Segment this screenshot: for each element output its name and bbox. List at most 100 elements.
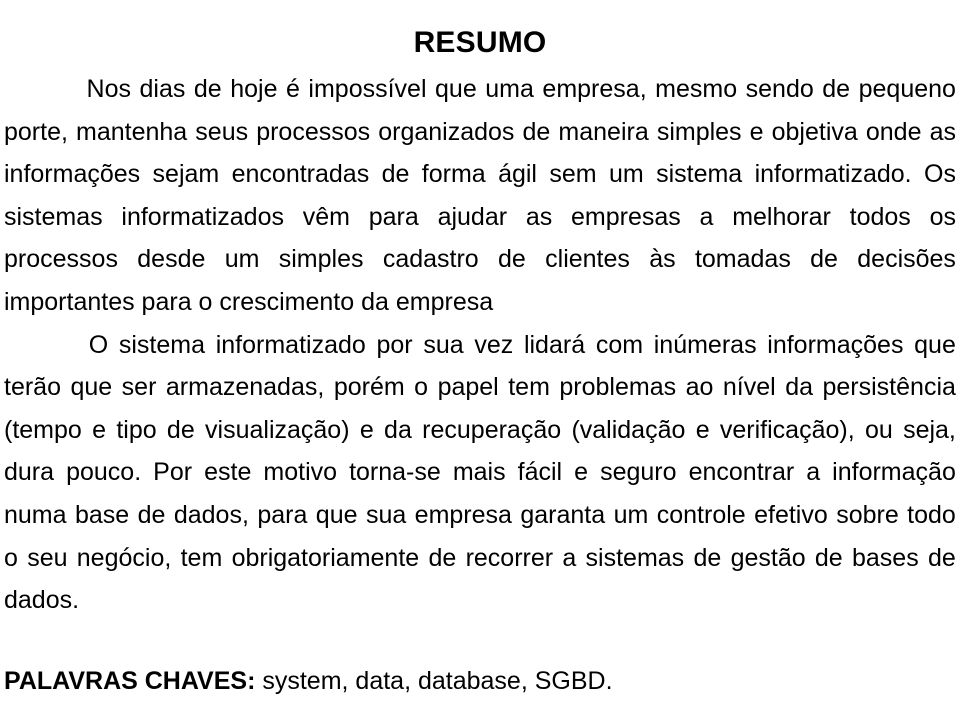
word: processos [256, 117, 371, 146]
word: processos [4, 245, 118, 274]
word: mesmo [655, 75, 738, 103]
word: um [224, 245, 260, 274]
word: forma [421, 160, 486, 189]
word: seguro [600, 458, 677, 487]
word: o [4, 543, 18, 572]
word: informação [832, 458, 956, 487]
text-line: Osistema informatizado por sua vez lidará com i… [4, 324, 956, 367]
word: visualização) [205, 415, 350, 444]
word: que [914, 330, 956, 359]
word: com [595, 330, 644, 359]
word: porte, [4, 117, 68, 146]
text-line: o seu negócio, tem obrigatoriamente de recorre… [4, 537, 956, 580]
word: a [806, 458, 821, 487]
word: gestão [730, 543, 806, 572]
word: vez [474, 330, 514, 359]
word: vêm [302, 202, 350, 231]
text-line: dura pouco. Por este motivo torna-se mais fácil… [4, 451, 956, 494]
word: (tempo [4, 415, 82, 444]
word: papel [437, 373, 499, 402]
word: de [522, 117, 551, 146]
word: motivo [263, 458, 338, 487]
line-text: importantes para o crescimento da empres… [4, 287, 494, 316]
word: as [525, 202, 553, 231]
line-text: dados. [4, 586, 80, 615]
text-line: Nos dias de hoje é impossível que uma empresa, me… [4, 68, 956, 111]
word: fácil [517, 458, 563, 487]
word: todos [849, 202, 911, 231]
word: este [204, 458, 252, 487]
word: controle [656, 500, 746, 529]
word: sendo [745, 75, 814, 103]
word: sobre [836, 500, 899, 529]
word: verificação), [719, 415, 855, 444]
word: maneira [558, 117, 649, 146]
keywords-values: system, data, database, SGBD. [255, 667, 613, 695]
word: de [822, 75, 851, 103]
word: sistemas [4, 202, 103, 231]
word: de [810, 245, 838, 274]
word: Nos [86, 75, 131, 103]
word: seja, [903, 415, 956, 444]
word: tomadas [694, 245, 791, 274]
text-line: porte, mantenha seus processos organizados de… [4, 111, 956, 154]
word: todo [907, 500, 956, 529]
word: hoje [230, 75, 278, 103]
word: empresa [414, 500, 512, 529]
text-line: numa base de dados, para que sua empresa garanta… [4, 494, 956, 537]
word: de [381, 160, 410, 189]
word: (validação [571, 415, 686, 444]
word: sejam [152, 160, 220, 189]
word: melhorar [732, 202, 831, 231]
word: a [562, 543, 577, 572]
word: recuperação [422, 415, 562, 444]
word: de [166, 415, 195, 444]
word: base [74, 500, 130, 529]
word: problemas [559, 373, 677, 402]
document-page: RESUMO Nos dias de hoje é impossível que uma emp… [0, 0, 960, 705]
word: de [193, 75, 222, 103]
word: e [749, 117, 764, 146]
text-line: sistemas informatizados vêm para ajudar as emp… [4, 196, 956, 239]
word: um [613, 500, 649, 529]
word: onde [865, 117, 922, 146]
word: informatizado. [754, 160, 912, 189]
word: é [286, 75, 300, 103]
word: decisões [857, 245, 956, 274]
keywords-line: PALAVRAS CHAVES: system, data, database,… [4, 664, 613, 698]
word: simples [278, 245, 364, 274]
word: impossível [308, 75, 427, 103]
word: ou [864, 415, 893, 444]
word: a [699, 202, 714, 231]
word: numa [4, 500, 67, 529]
word: armazenadas, [165, 373, 325, 402]
text-line: informações sejam encontradas de forma ágil se… [4, 153, 956, 196]
word: de [498, 245, 526, 274]
word: empresas [571, 202, 681, 231]
word: mais [452, 458, 506, 487]
word: informatizado [215, 330, 366, 359]
word: seu [27, 543, 68, 572]
word: sistemas [585, 543, 685, 572]
word: inúmeras [653, 330, 757, 359]
word: garanta [520, 500, 606, 529]
text-line: importantes para o crescimento da empres… [4, 281, 956, 324]
word: dias [139, 75, 186, 103]
word: às [649, 245, 676, 274]
word: negócio, [76, 543, 172, 572]
word: da [384, 415, 412, 444]
text-line: dados. [4, 579, 956, 622]
word: clientes [545, 245, 630, 274]
word: objetiva [771, 117, 858, 146]
word: mantenha [76, 117, 188, 146]
page-title: RESUMO [413, 26, 547, 60]
word: ágil [498, 160, 537, 189]
word: que [435, 75, 477, 103]
word: organizados [378, 117, 515, 146]
word: e [92, 415, 107, 444]
keywords-label: PALAVRAS CHAVES: [4, 667, 256, 695]
word: encontradas [231, 160, 370, 189]
word: torna-se [349, 458, 441, 487]
word: e [359, 415, 374, 444]
word: e [695, 415, 710, 444]
